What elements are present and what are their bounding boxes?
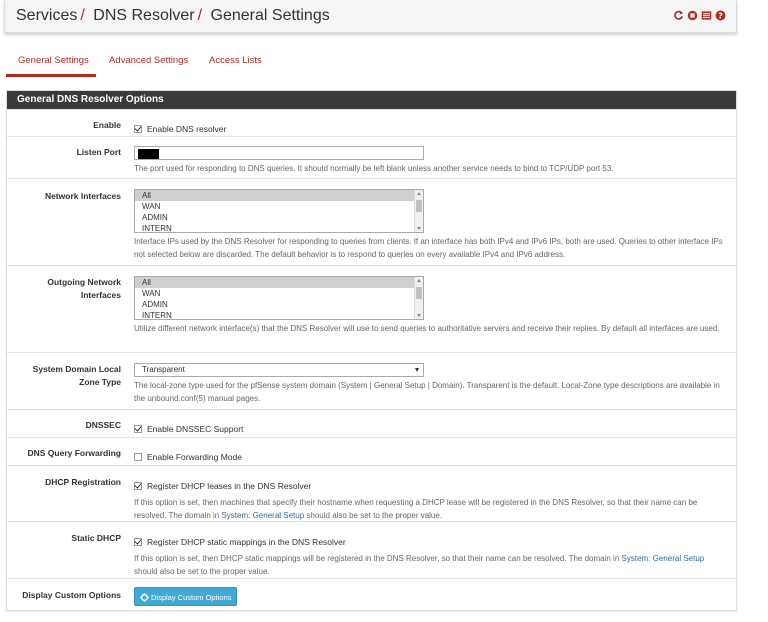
enable-label: Enable — [93, 120, 121, 130]
panel-title: General DNS Resolver Options — [7, 91, 736, 109]
listen-port-redacted-value — [138, 149, 159, 159]
dhcp-registration-checkbox[interactable] — [134, 482, 142, 490]
help-icon[interactable]: ? — [715, 10, 726, 21]
general-options-panel: General DNS Resolver Options Enable Enab… — [6, 90, 737, 611]
tab-general-settings[interactable]: General Settings — [6, 44, 96, 77]
custom-options-label: Display Custom Options — [22, 590, 121, 600]
dnssec-checkbox-label[interactable]: Enable DNSSEC Support — [147, 424, 243, 434]
breadcrumb-dns-resolver[interactable]: DNS Resolver — [93, 7, 194, 24]
row-network-interfaces: Network Interfaces All WAN ADMIN INTERN … — [7, 178, 736, 265]
list-item[interactable]: WAN — [135, 201, 415, 212]
list-item[interactable]: ADMIN — [135, 212, 415, 223]
static-dhcp-checkbox-label[interactable]: Register DHCP static mappings in the DNS… — [147, 537, 346, 547]
listen-port-label: Listen Port — [76, 147, 121, 157]
scrollbar[interactable] — [414, 190, 423, 232]
row-dnssec: DNSSEC Enable DNSSEC Support — [7, 409, 736, 437]
enable-checkbox[interactable] — [134, 125, 142, 133]
listen-port-control: The port used for responding to DNS quer… — [134, 146, 728, 176]
header-icons: ? — [673, 10, 726, 21]
svg-text:?: ? — [718, 11, 723, 20]
static-dhcp-checkbox[interactable] — [134, 538, 142, 546]
outgoing-interfaces-control: All WAN ADMIN INTERN Utilize different n… — [134, 276, 728, 336]
list-item[interactable]: INTERN — [135, 310, 415, 319]
forwarding-label: DNS Query Forwarding — [27, 448, 121, 458]
list-item[interactable]: All — [135, 277, 415, 288]
zone-type-control: Transparent The local-zone type used for… — [134, 363, 728, 405]
breadcrumb-services[interactable]: Services — [16, 7, 77, 24]
row-custom-options: Display Custom Options Display Custom Op… — [7, 578, 736, 611]
zone-type-label: System Domain Local Zone Type — [32, 364, 121, 387]
tab-advanced-settings[interactable]: Advanced Settings — [109, 44, 188, 77]
tab-access-lists[interactable]: Access Lists — [209, 44, 262, 77]
system-general-setup-link[interactable]: System: General Setup — [221, 511, 304, 520]
outgoing-interfaces-label: Outgoing Network Interfaces — [47, 277, 121, 300]
network-interfaces-label: Network Interfaces — [44, 191, 121, 201]
outgoing-interfaces-list[interactable]: All WAN ADMIN INTERN — [134, 276, 424, 320]
row-listen-port: Listen Port The port used for responding… — [7, 136, 736, 178]
enable-control: Enable DNS resolver — [134, 119, 728, 137]
forwarding-control: Enable Forwarding Mode — [134, 447, 728, 465]
enable-checkbox-label[interactable]: Enable DNS resolver — [147, 124, 226, 134]
dhcp-registration-help: If this option is set, then machines tha… — [134, 498, 698, 520]
chevron-down-icon — [415, 368, 419, 372]
listen-port-help: The port used for responding to DNS quer… — [134, 164, 614, 173]
display-custom-options-button[interactable]: Display Custom Options — [134, 587, 238, 606]
listen-port-input[interactable] — [134, 146, 424, 160]
row-enable: Enable Enable DNS resolver — [7, 109, 736, 136]
network-interfaces-list[interactable]: All WAN ADMIN INTERN — [134, 189, 424, 233]
row-dhcp-registration: DHCP Registration Register DHCP leases i… — [7, 465, 736, 521]
static-dhcp-control: Register DHCP static mappings in the DNS… — [134, 532, 728, 578]
scrollbar[interactable] — [414, 277, 423, 319]
dhcp-registration-label: DHCP Registration — [45, 477, 121, 487]
system-general-setup-link[interactable]: System: General Setup — [622, 554, 705, 563]
display-custom-options-label: Display Custom Options — [151, 593, 232, 602]
network-interfaces-help: Interface IPs used by the DNS Resolver f… — [134, 237, 723, 259]
zone-type-select[interactable]: Transparent — [134, 363, 424, 377]
row-zone-type: System Domain Local Zone Type Transparen… — [7, 352, 736, 409]
static-dhcp-help: If this option is set, then DHCP static … — [134, 554, 705, 576]
breadcrumb-separator: / — [197, 7, 203, 24]
gear-icon — [140, 593, 149, 602]
breadcrumb: Services / DNS Resolver / General Settings — [16, 7, 330, 25]
list-item[interactable]: WAN — [135, 288, 415, 299]
dhcp-registration-checkbox-label[interactable]: Register DHCP leases in the DNS Resolver — [147, 481, 311, 491]
dnssec-checkbox[interactable] — [134, 425, 142, 433]
row-static-dhcp: Static DHCP Register DHCP static mapping… — [7, 521, 736, 578]
breadcrumb-separator: / — [80, 7, 85, 24]
zone-type-help: The local-zone type used for the pfSense… — [134, 381, 720, 403]
list-icon[interactable] — [701, 10, 712, 21]
refresh-icon[interactable] — [673, 10, 684, 21]
tab-bar: General Settings Advanced Settings Acces… — [6, 44, 736, 77]
static-dhcp-label: Static DHCP — [71, 533, 121, 543]
stop-icon[interactable] — [687, 10, 698, 21]
dhcp-registration-control: Register DHCP leases in the DNS Resolver… — [134, 476, 728, 522]
breadcrumb-bar: Services / DNS Resolver / General Settings… — [4, 0, 737, 33]
row-forwarding: DNS Query Forwarding Enable Forwarding M… — [7, 437, 736, 465]
list-item[interactable]: INTERN — [135, 223, 415, 232]
network-interfaces-control: All WAN ADMIN INTERN Interface IPs used … — [134, 189, 728, 261]
list-item[interactable]: All — [135, 190, 415, 201]
dnssec-label: DNSSEC — [85, 420, 121, 430]
breadcrumb-general-settings: General Settings — [210, 7, 330, 24]
list-item[interactable]: ADMIN — [135, 299, 415, 310]
outgoing-interfaces-help: Utilize different network interface(s) t… — [134, 324, 720, 333]
forwarding-checkbox[interactable] — [134, 453, 142, 461]
zone-type-value: Transparent — [142, 365, 185, 374]
row-outgoing-interfaces: Outgoing Network Interfaces All WAN ADMI… — [7, 265, 736, 352]
forwarding-checkbox-label[interactable]: Enable Forwarding Mode — [147, 452, 242, 462]
dnssec-control: Enable DNSSEC Support — [134, 419, 728, 437]
custom-options-control: Display Custom Options — [134, 587, 728, 606]
